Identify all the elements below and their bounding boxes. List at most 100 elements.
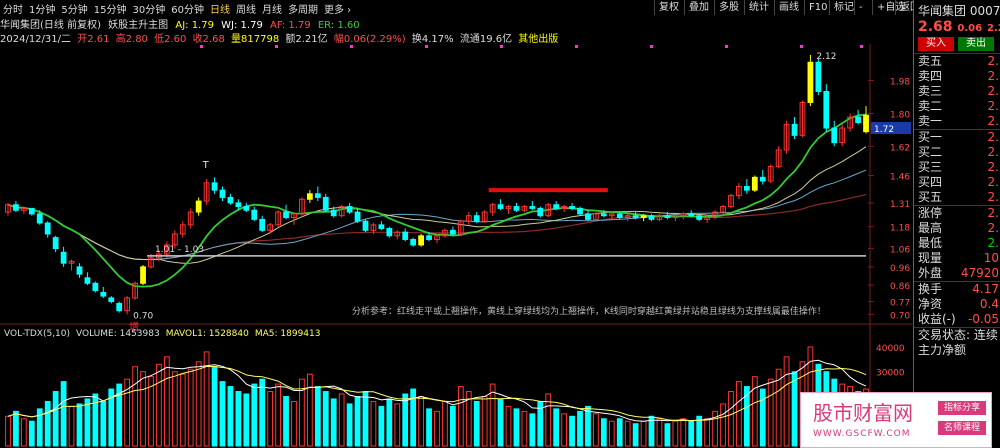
volume-bar xyxy=(13,410,19,447)
signal-dot xyxy=(275,45,278,48)
period-tab[interactable]: 周线 xyxy=(233,1,259,16)
quote-row: 最高 2. xyxy=(914,221,1000,236)
candle-body xyxy=(537,207,544,217)
open: 开2.61 xyxy=(77,34,110,45)
quote-row-value: 2. xyxy=(987,54,999,68)
quote-row-label: 涨停 xyxy=(918,206,943,220)
candle-body xyxy=(13,204,19,211)
candle-body xyxy=(569,206,575,209)
quote-row-value: 2. xyxy=(987,69,999,83)
volume-bar xyxy=(585,405,591,447)
signal-dot xyxy=(725,45,728,48)
quote-row: 买三 2. xyxy=(914,160,1000,175)
low-label: 0.70 xyxy=(133,311,153,321)
kline-chart[interactable]: 1.98 1.80 1.62 1.46 1.31 1.18 1.06 0.96 0.86 0.77… xyxy=(0,0,912,448)
volume-bar xyxy=(330,398,337,447)
period-tab[interactable]: 1分钟 xyxy=(26,1,58,16)
signal-dot xyxy=(575,45,578,48)
quote-row: 现量 10 xyxy=(914,251,1000,266)
candle-body xyxy=(640,215,647,219)
other[interactable]: 其他出版 xyxy=(518,34,558,45)
candle-body xyxy=(108,297,115,303)
period-tab[interactable]: 月线 xyxy=(259,1,285,16)
range-label: 1.01 - 1.03 xyxy=(155,245,204,255)
candle-body xyxy=(36,213,43,224)
buy-button[interactable]: 买入 xyxy=(918,37,954,51)
signal-dot xyxy=(200,45,203,48)
toolbar-button[interactable]: 画线 xyxy=(774,0,803,15)
period-tab[interactable]: 5分钟 xyxy=(58,1,90,16)
toolbar-button[interactable]: F10 xyxy=(804,0,831,15)
signal-dot xyxy=(860,45,863,48)
float: 流通19.6亿 xyxy=(459,34,513,45)
quote-row-value: 2. xyxy=(987,190,999,204)
candle-body xyxy=(863,114,869,133)
candle-body xyxy=(44,222,51,235)
candle xyxy=(92,281,99,293)
period-tab[interactable]: 多周期 xyxy=(285,1,321,16)
candle-body xyxy=(314,193,321,198)
candle-body xyxy=(354,211,361,222)
volume-bar xyxy=(402,393,409,447)
toolbar-button[interactable]: - xyxy=(854,0,867,15)
quote-row-value: 2. xyxy=(987,130,999,144)
signal-dot xyxy=(800,45,803,48)
candle-body xyxy=(283,211,289,219)
candle-body xyxy=(577,207,583,215)
candle-body xyxy=(831,127,838,144)
volume-bar xyxy=(354,395,361,447)
period-tab[interactable]: 更多 › xyxy=(321,1,354,16)
period-tab[interactable]: 15分钟 xyxy=(91,1,130,16)
toolbar-button[interactable]: 复权 xyxy=(654,0,683,15)
candle-body xyxy=(116,302,123,312)
quote-row-label: 买二 xyxy=(918,145,943,159)
toolbar-button[interactable]: 统计 xyxy=(744,0,773,15)
candle-body xyxy=(418,235,424,246)
watermark-logo: 股市财富网 WWW.GSCFW.COM 指标分享 名师课程 xyxy=(800,392,992,448)
volume-bar xyxy=(28,420,35,447)
candle-body xyxy=(791,123,798,136)
low: 低2.60 xyxy=(154,34,187,45)
candle xyxy=(807,54,814,107)
candle-body xyxy=(92,282,99,292)
toolbar-button[interactable]: 多股 xyxy=(714,0,743,15)
quote-row-label: 买五 xyxy=(918,190,943,204)
volume-bar xyxy=(362,391,369,447)
candle xyxy=(116,301,123,313)
candle-body xyxy=(402,231,409,240)
period-tab[interactable]: 分时 xyxy=(0,1,26,16)
high-label: 2.12 xyxy=(816,52,836,62)
quote-row: 卖三 2. xyxy=(914,84,1000,99)
period-tab[interactable]: 60分钟 xyxy=(168,1,207,16)
quote-row-label: 卖三 xyxy=(918,84,943,98)
quote-row-label: 最高 xyxy=(918,221,943,235)
period-tab[interactable]: 30分钟 xyxy=(129,1,168,16)
quote-row: 外盘 47920 xyxy=(914,266,1000,281)
volume-bar xyxy=(759,388,766,447)
candle xyxy=(577,206,583,216)
volume-bar xyxy=(211,366,218,447)
volume-bar xyxy=(219,381,226,447)
date: 2024/12/31/二 xyxy=(0,34,72,45)
change: 幅0.06(2.29%) xyxy=(333,34,406,45)
volume-header-item: VOL-TDX(5,10) xyxy=(4,329,70,339)
candle-body xyxy=(743,185,750,191)
volume-bar xyxy=(450,405,456,447)
quote-row-value: 10 xyxy=(983,251,999,265)
candle-body xyxy=(600,213,607,217)
toolbar-button[interactable]: 叠加 xyxy=(684,0,713,15)
price-tick-label: 0.96 xyxy=(890,264,910,274)
candle xyxy=(537,206,544,218)
candle-body xyxy=(52,237,59,250)
quote-side-panel: 华闻集团 0007 2.68 0.06 2.2 买入 卖出 卖五2.卖四2.卖三… xyxy=(913,0,1000,448)
volume-bar xyxy=(44,400,51,447)
period-tab[interactable]: 日线 xyxy=(207,1,233,16)
volume-bar xyxy=(473,400,480,447)
candle-body xyxy=(450,229,456,235)
volume-header-item: MAVOL1: 1528840 xyxy=(166,329,249,339)
current-price-label: 1.72 xyxy=(874,125,894,135)
quote-row: 最低 2. xyxy=(914,236,1000,251)
volume-bar xyxy=(259,378,266,447)
sell-button[interactable]: 卖出 xyxy=(958,37,994,51)
signal-dot xyxy=(425,45,428,48)
